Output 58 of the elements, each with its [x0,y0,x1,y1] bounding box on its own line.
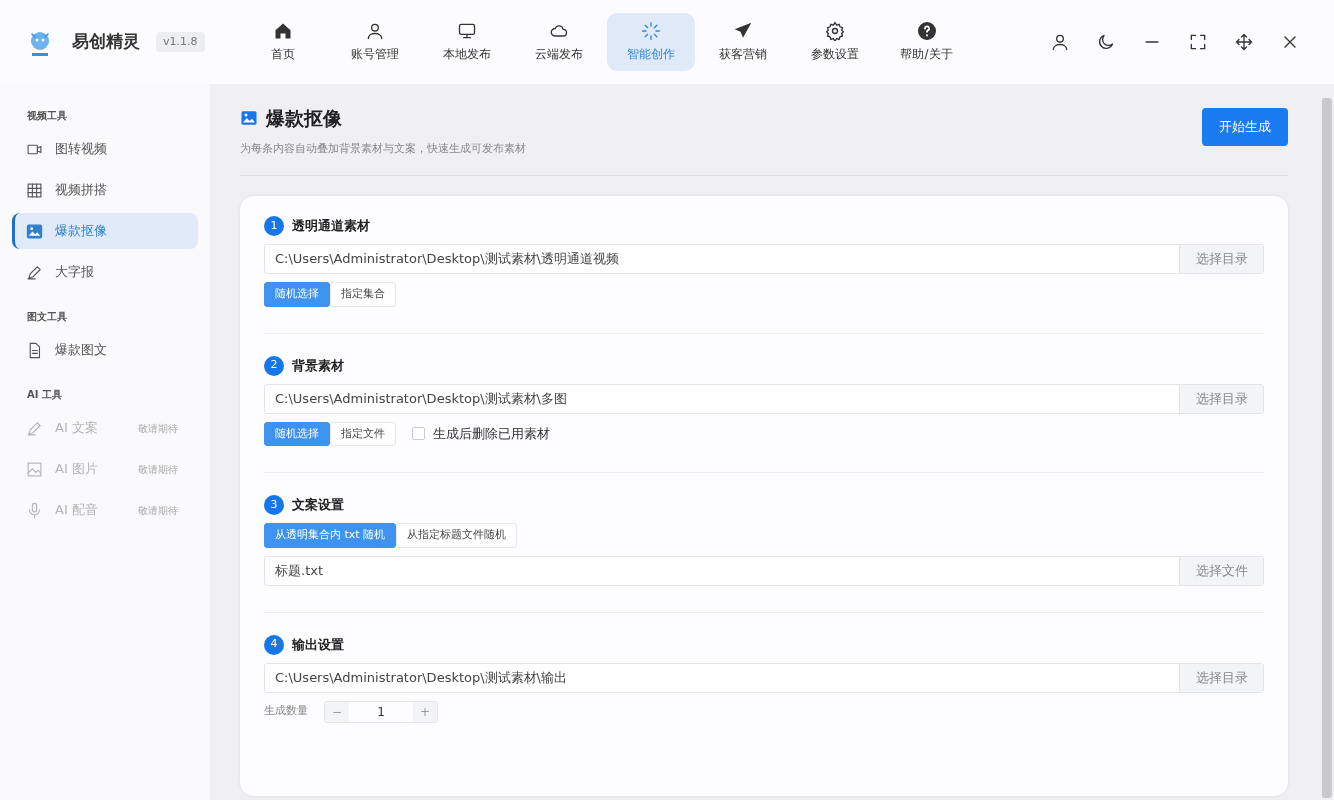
image-icon [240,109,258,128]
nav-tab[interactable]: 参数设置 [790,13,879,71]
section-title: 输出设置 [292,635,344,654]
coming-soon-label: 敬请期待 [138,462,178,477]
grid-icon [26,181,43,199]
path-field[interactable]: C:\Users\Administrator\Desktop\测试素材\多图 选择目录 [264,383,1264,414]
scrollbar[interactable] [1322,98,1332,798]
field-label: 生成数量 [264,703,308,720]
group-title: 视频工具 [26,109,68,123]
path-field[interactable]: 标题.txt 选择文件 [264,555,1264,586]
sidebar-item[interactable]: 爆款图文 [12,332,198,368]
path-field[interactable]: C:\Users\Administrator\Desktop\测试素材\透明通道视频 选择目录 [264,244,1264,274]
sidebar-item[interactable]: 大字报 [12,254,198,290]
nav-tab[interactable]: 云端发布 [514,13,603,71]
segment-option[interactable]: 指定文件 [330,421,396,446]
picture-icon [26,460,43,478]
section-title: 背景素材 [292,356,344,375]
move-icon[interactable] [1234,32,1254,52]
step-number: 2 [264,355,284,376]
nav-tab[interactable]: 账号管理 [330,13,419,71]
page-subtitle: 为每条内容自动叠加背景素材与文案，快速生成可发布素材 [240,140,526,157]
sidebar-item[interactable]: 爆款抠像 [12,213,198,249]
pencil-icon [26,263,43,281]
start-button[interactable]: 开始生成 [1202,108,1288,146]
quantity-value: 1 [376,703,386,721]
step-number: 4 [264,634,284,655]
image-icon [26,222,43,240]
app-name: 易创精灵 [72,30,140,54]
section-title: 透明通道素材 [292,217,370,236]
monitor-icon [456,21,477,41]
nav-tab[interactable]: 获客营销 [698,13,787,71]
microphone-icon [26,501,43,519]
page-title: 爆款抠像 [266,106,342,131]
moon-icon[interactable] [1096,32,1116,52]
version-label: v1.1.8 [156,31,205,53]
step-number: 1 [264,216,284,236]
nav-tab[interactable]: 首页 [238,13,327,71]
pencil-icon [26,419,43,437]
sidebar-item[interactable]: 图转视频 [12,131,198,167]
sidebar-item[interactable]: 视频拼搭 [12,172,198,208]
step-number: 3 [264,495,284,515]
checkbox[interactable] [412,427,425,441]
help-icon [916,21,937,41]
nav-tab[interactable]: 本地发布 [422,13,511,71]
gear-icon [824,21,845,41]
user-icon[interactable] [1050,32,1070,52]
segment-option[interactable]: 从指定标题文件随机 [396,523,518,548]
sparkle-icon [640,21,661,41]
section-title: 文案设置 [292,496,344,515]
segment-option[interactable]: 指定集合 [330,282,396,307]
fullscreen-icon[interactable] [1188,32,1208,52]
path-field[interactable]: C:\Users\Administrator\Desktop\测试素材\输出 选择目录 [264,662,1264,693]
nav-tab[interactable]: 帮助/关于 [882,13,971,71]
group-title: 图文工具 [26,310,68,324]
coming-soon-label: 敬请期待 [138,503,178,518]
group-title: AI 工具 [26,388,63,402]
checkbox-label: 生成后删除已用素材 [433,425,550,443]
coming-soon-label: 敬请期待 [138,421,178,436]
